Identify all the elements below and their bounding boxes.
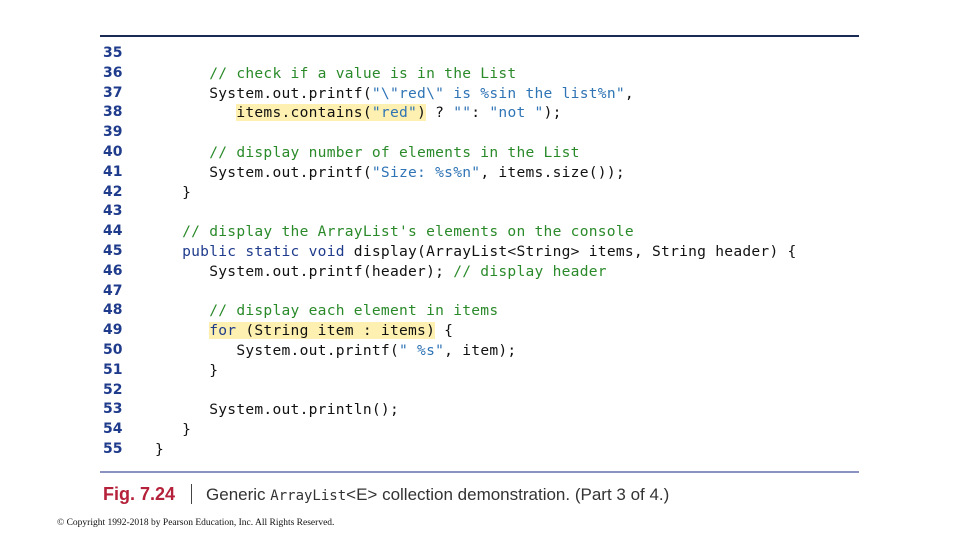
code-token-kw: for (209, 322, 237, 340)
line-number: 48 (103, 302, 123, 319)
code-text: System.out.printf("Size: %s%n", items.si… (155, 163, 625, 183)
line-number: 43 (103, 203, 123, 220)
line-number: 36 (103, 64, 123, 81)
code-token-str: "Size: %s%n" (371, 163, 481, 181)
code-token-plain: System.out.printf( (209, 163, 372, 181)
caption-class-name: ArrayList (270, 488, 347, 504)
code-text: } (155, 183, 191, 203)
code-text: for (String item : items) { (155, 321, 453, 341)
code-token-plain: (String item : items) (236, 322, 436, 340)
code-text: System.out.println(); (155, 400, 399, 420)
code-token-plain: System.out.println(); (209, 401, 399, 419)
code-token-str: "" (453, 104, 472, 122)
line-number: 46 (103, 262, 123, 279)
caption-separator (191, 484, 193, 504)
code-token-plain: display(ArrayList<String> items, String … (344, 242, 797, 260)
code-token-plain: System.out.printf(header); (209, 262, 454, 280)
line-number: 44 (103, 223, 123, 240)
line-number: 55 (103, 440, 123, 457)
code-text: } (155, 420, 191, 440)
code-text: public static void display(ArrayList<Str… (155, 242, 797, 262)
code-token-plain: } (155, 440, 165, 458)
code-token-str: " %s" (398, 341, 445, 359)
line-number: 50 (103, 341, 123, 358)
line-number: 41 (103, 163, 123, 180)
line-number: 39 (103, 124, 123, 141)
code-token-plain: , item); (444, 341, 517, 359)
code-token-plain: ) (417, 104, 427, 122)
line-number: 38 (103, 104, 123, 121)
copyright-notice: © Copyright 1992-2018 by Pearson Educati… (57, 518, 335, 528)
caption-text-after: collection demonstration. (Part 3 of 4.) (377, 485, 670, 504)
code-text: // display the ArrayList's elements on t… (155, 222, 634, 242)
code-text: System.out.printf(header); // display he… (155, 262, 607, 282)
code-text: // display each element in items (155, 301, 498, 321)
code-token-comment: // display header (453, 262, 607, 280)
line-number: 45 (103, 242, 123, 259)
line-number: 53 (103, 401, 123, 418)
code-text: // check if a value is in the List (155, 64, 516, 84)
caption-generic-param: <E> (346, 485, 378, 504)
code-token-plain: { (435, 322, 454, 340)
code-token-str: "\"red\" is %sin the list%n" (371, 84, 625, 102)
line-number: 47 (103, 282, 123, 299)
code-token-plain: System.out.printf( (236, 341, 399, 359)
line-number: 42 (103, 183, 123, 200)
code-token-str: "red" (371, 104, 418, 122)
code-token-plain: System.out.printf( (209, 84, 372, 102)
code-text: System.out.printf(" %s", item); (155, 341, 516, 361)
line-number: 51 (103, 361, 123, 378)
code-token-plain: items.contains( (236, 104, 372, 122)
code-token-plain: ? (426, 104, 454, 122)
code-token-plain: , items.size()); (480, 163, 625, 181)
top-rule (100, 35, 859, 37)
code-text: } (155, 440, 164, 460)
bottom-rule (100, 471, 859, 473)
figure-caption: Fig. 7.24 Generic ArrayList<E> collection… (103, 481, 669, 507)
code-token-comment: // display number of elements in the Lis… (209, 143, 580, 161)
code-token-plain: } (182, 183, 192, 201)
caption-text-before: Generic (206, 485, 271, 504)
code-token-plain: } (209, 361, 219, 379)
code-text: System.out.printf("\"red\" is %sin the l… (155, 84, 634, 104)
code-text: } (155, 361, 218, 381)
code-token-kw: public static void (182, 242, 345, 260)
figure-label: Fig. 7.24 (103, 484, 176, 504)
code-token-plain: } (182, 421, 192, 439)
code-token-str: "not " (489, 104, 544, 122)
code-token-plain: , (624, 84, 634, 102)
code-token-plain: : (471, 104, 490, 122)
line-number: 35 (103, 45, 123, 61)
line-number: 52 (103, 381, 123, 398)
line-number: 49 (103, 322, 123, 339)
code-token-plain: ); (543, 104, 562, 122)
code-token-comment: // display each element in items (209, 302, 499, 320)
line-number: 40 (103, 143, 123, 160)
code-text: // display number of elements in the Lis… (155, 143, 580, 163)
line-number: 54 (103, 421, 123, 438)
code-text: items.contains("red") ? "": "not "); (155, 103, 562, 123)
line-number: 37 (103, 84, 123, 101)
code-token-comment: // display the ArrayList's elements on t… (182, 223, 634, 241)
code-token-comment: // check if a value is in the List (209, 64, 517, 82)
